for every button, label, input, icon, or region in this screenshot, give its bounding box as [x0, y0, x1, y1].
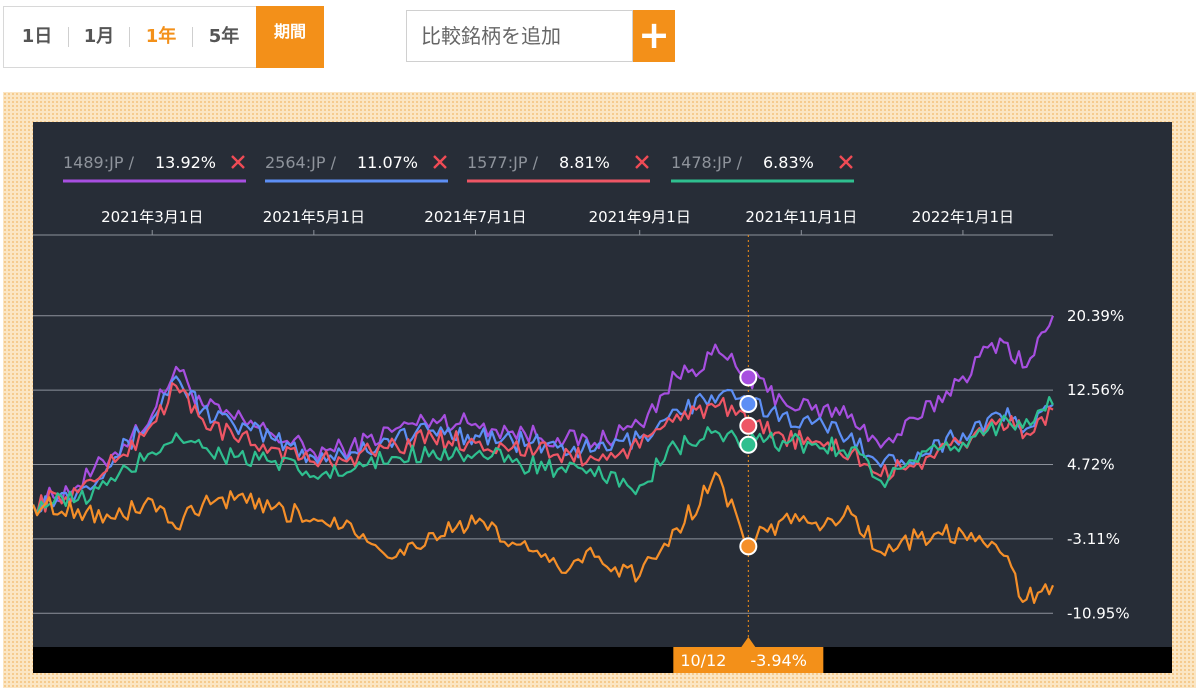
chart-panel: 20.39% 12.56% 4.72% -3.11% -10.95% 2021年3月1日 2… [33, 122, 1172, 673]
series-line [33, 396, 1054, 516]
close-icon[interactable] [635, 155, 649, 169]
y-tick-label: 20.39% [1067, 307, 1124, 325]
hover-point [739, 537, 758, 556]
hover-point [739, 368, 758, 387]
legend-series-value: 6.83% [763, 153, 814, 172]
close-icon[interactable] [433, 155, 447, 169]
legend-series-name: 1489:JP / [63, 153, 135, 172]
hover-point [739, 435, 758, 454]
range-1y-button[interactable]: 1年 [130, 7, 192, 67]
range-selector: 1日 1月 1年 5年 期間 [3, 6, 324, 68]
x-axis-strip [33, 647, 1172, 673]
add-compare-button[interactable]: + [633, 10, 675, 62]
y-tick-label: 12.56% [1067, 381, 1124, 399]
x-tick-label: 2021年3月1日 [101, 208, 203, 226]
hover-value-label: -3.94% [750, 651, 807, 670]
y-tick-label: 4.72% [1067, 456, 1115, 474]
legend-series-name: 2564:JP / [265, 153, 337, 172]
x-tick-label: 2021年9月1日 [589, 208, 691, 226]
range-5y-button[interactable]: 5年 [193, 7, 255, 67]
close-icon[interactable] [839, 155, 853, 169]
legend-series-name: 1478:JP / [671, 153, 743, 172]
compare-symbol-input[interactable] [406, 10, 633, 62]
x-tick-label: 2021年7月1日 [424, 208, 526, 226]
legend-series-value: 8.81% [559, 153, 610, 172]
range-1d-button[interactable]: 1日 [6, 7, 68, 67]
legend-series-name: 1577:JP / [467, 153, 539, 172]
hover-pointer [741, 637, 756, 647]
legend-remove-icon[interactable] [839, 155, 853, 169]
close-icon[interactable] [231, 155, 245, 169]
legend-series-value: 11.07% [357, 153, 418, 172]
range-1m-button[interactable]: 1月 [69, 7, 129, 67]
series-line [33, 375, 1054, 515]
period-button[interactable]: 期間 [256, 6, 324, 68]
legend-remove-icon[interactable] [635, 155, 649, 169]
x-tick-label: 2021年5月1日 [263, 208, 365, 226]
x-tick-label: 2022年1月1日 [912, 208, 1014, 226]
legend-series-value: 13.92% [155, 153, 216, 172]
comparison-line-chart[interactable]: 20.39% 12.56% 4.72% -3.11% -10.95% 2021年3月1日 2… [33, 122, 1172, 673]
hover-point [739, 394, 758, 413]
series-line [33, 315, 1055, 515]
series-line [33, 471, 1055, 604]
hover-point [739, 416, 758, 435]
y-tick-label: -3.11% [1067, 530, 1120, 548]
hover-date-label: 10/12 [680, 651, 726, 670]
y-tick-label: -10.95% [1067, 604, 1130, 622]
legend-remove-icon[interactable] [433, 155, 447, 169]
x-tick-label: 2021年11月1日 [745, 208, 857, 226]
legend-remove-icon[interactable] [231, 155, 245, 169]
